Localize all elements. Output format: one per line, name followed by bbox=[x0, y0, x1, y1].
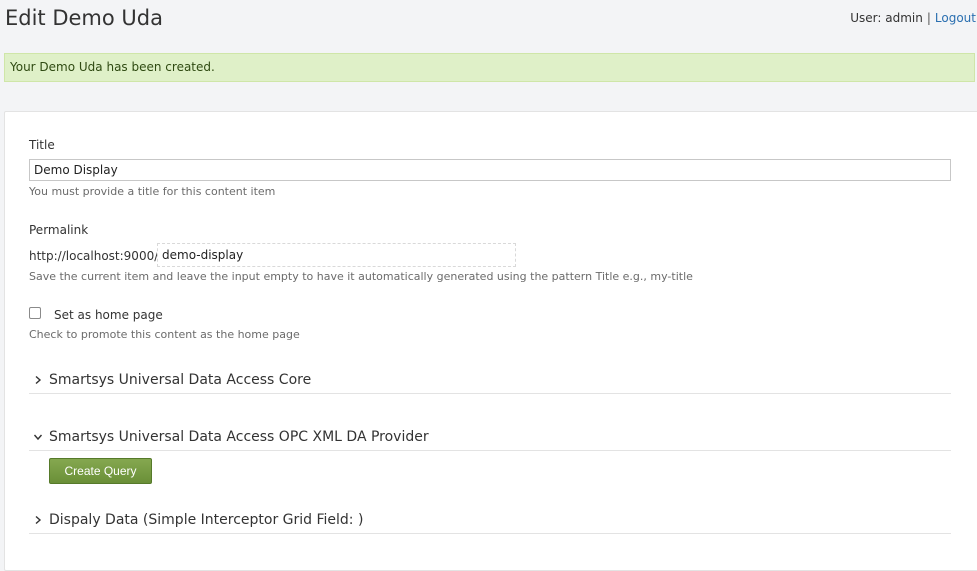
section-title: Smartsys Universal Data Access OPC XML D… bbox=[49, 429, 429, 445]
chevron-right-icon bbox=[35, 515, 42, 525]
create-query-button[interactable]: Create Query bbox=[49, 458, 152, 484]
user-separator: | bbox=[926, 11, 931, 25]
success-alert: Your Demo Uda has been created. bbox=[4, 53, 975, 82]
logout-link[interactable]: Logout bbox=[935, 11, 976, 25]
user-box: User: admin | Logout bbox=[850, 10, 976, 26]
home-page-checkbox[interactable] bbox=[29, 307, 41, 319]
page-title: Edit Demo Uda bbox=[5, 6, 163, 30]
section-title: Dispaly Data (Simple Interceptor Grid Fi… bbox=[49, 512, 364, 528]
chevron-down-icon bbox=[33, 434, 43, 441]
permalink-prefix: http://localhost:9000/ bbox=[29, 249, 159, 263]
permalink-hint: Save the current item and leave the inpu… bbox=[29, 270, 693, 283]
permalink-label: Permalink bbox=[29, 223, 89, 237]
section-opc-xml-da-provider[interactable]: Smartsys Universal Data Access OPC XML D… bbox=[29, 427, 951, 451]
title-input[interactable] bbox=[29, 159, 951, 181]
user-label: User: admin bbox=[850, 11, 923, 25]
section-title: Smartsys Universal Data Access Core bbox=[49, 372, 312, 388]
home-page-label[interactable]: Set as home page bbox=[54, 307, 163, 323]
home-page-hint: Check to promote this content as the hom… bbox=[29, 328, 300, 341]
title-hint: You must provide a title for this conten… bbox=[29, 185, 276, 198]
section-uda-core[interactable]: Smartsys Universal Data Access Core bbox=[29, 370, 951, 394]
chevron-right-icon bbox=[35, 375, 42, 385]
edit-form-panel: Title You must provide a title for this … bbox=[4, 111, 977, 571]
section-display-data[interactable]: Dispaly Data (Simple Interceptor Grid Fi… bbox=[29, 510, 951, 534]
page-header: Edit Demo Uda User: admin | Logout bbox=[0, 0, 977, 40]
title-label: Title bbox=[29, 138, 55, 152]
permalink-input[interactable] bbox=[157, 243, 516, 267]
